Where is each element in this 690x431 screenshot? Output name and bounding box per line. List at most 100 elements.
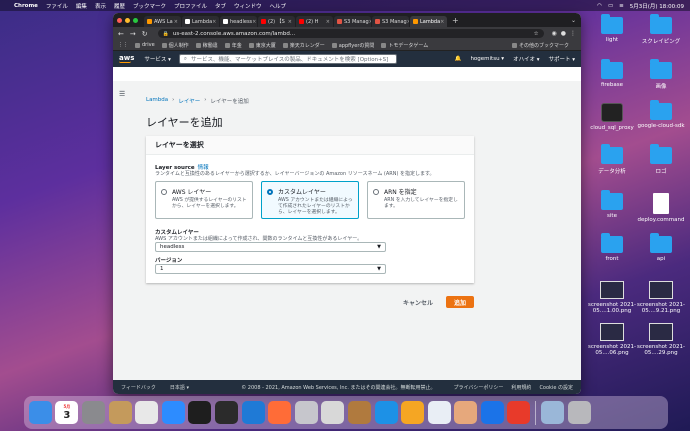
menu-file[interactable]: ファイル bbox=[46, 2, 68, 10]
desktop-icon[interactable]: deploy.command bbox=[631, 193, 690, 223]
specify-arn-option[interactable]: ARN を指定 ARN を入力してレイヤーを指定します。 bbox=[367, 181, 465, 219]
preview-icon[interactable] bbox=[541, 401, 565, 424]
bell-icon[interactable]: 🔔 bbox=[455, 56, 462, 62]
custom-layers-option[interactable]: カスタムレイヤー AWS アカウントまたは組織によって作成されたレイヤーのリスト… bbox=[261, 181, 359, 219]
bookmark-item[interactable]: 年金 bbox=[224, 42, 242, 49]
zoom-icon[interactable] bbox=[161, 401, 185, 424]
aws-search-input[interactable]: ⌕ サービス、機能、マーケットプレイスの製品、ドキュメントを検索 [Option… bbox=[178, 54, 397, 64]
cluster-icon[interactable] bbox=[401, 401, 425, 424]
terminal-2-icon[interactable] bbox=[214, 401, 238, 424]
quicktime-icon[interactable] bbox=[294, 401, 318, 424]
footer-cookie[interactable]: Cookie の設定 bbox=[539, 384, 573, 391]
desktop-icon[interactable]: ロゴ bbox=[631, 144, 690, 175]
menu-history[interactable]: 履歴 bbox=[114, 2, 125, 10]
menu-window[interactable]: ウィンドウ bbox=[234, 2, 262, 10]
apps-icon[interactable]: ⋮⋮ bbox=[118, 42, 128, 48]
menu-bookmarks[interactable]: ブックマーク bbox=[133, 2, 166, 10]
tab-close-icon[interactable]: × bbox=[326, 19, 330, 25]
bookmark-item[interactable]: トモデータゲーム bbox=[381, 42, 428, 49]
tab-close-icon[interactable]: × bbox=[288, 19, 292, 25]
extension-icon[interactable]: ◉ bbox=[552, 30, 557, 37]
bookmark-item[interactable]: 個人制作 bbox=[161, 42, 189, 49]
terminal-icon[interactable] bbox=[188, 401, 212, 424]
contacts-icon[interactable] bbox=[108, 401, 132, 424]
radio-button-icon[interactable] bbox=[161, 188, 167, 195]
close-window-icon[interactable] bbox=[117, 17, 122, 23]
new-tab-icon[interactable]: + bbox=[452, 16, 459, 25]
menu-edit[interactable]: 編集 bbox=[76, 2, 87, 10]
system-preferences-icon[interactable] bbox=[81, 401, 105, 424]
desktop-icon[interactable]: 画像 bbox=[631, 59, 690, 90]
menu-tab[interactable]: タブ bbox=[215, 2, 226, 10]
trash-icon[interactable] bbox=[567, 401, 591, 424]
tab-close-icon[interactable]: × bbox=[369, 19, 371, 25]
forward-icon[interactable]: → bbox=[130, 30, 136, 38]
user-menu[interactable]: hogemitsu ▾ bbox=[470, 56, 504, 62]
tab-close-icon[interactable]: × bbox=[252, 19, 256, 25]
lock-icon[interactable]: 🔒 bbox=[163, 31, 169, 37]
tab-close-icon[interactable]: × bbox=[174, 19, 178, 25]
bookmark-item[interactable]: drive bbox=[135, 42, 155, 48]
desktop-icon[interactable]: screenshot 2021-05....29.png bbox=[631, 323, 690, 356]
bookmark-item[interactable]: appflyerの質問 bbox=[331, 42, 374, 49]
calendar-icon[interactable]: 5月 3 bbox=[55, 401, 79, 424]
other-bookmarks[interactable]: その他のブックマーク bbox=[511, 42, 569, 49]
cancel-button[interactable]: キャンセル bbox=[403, 298, 433, 307]
browser-tab[interactable]: AWS La × bbox=[144, 16, 181, 27]
browser-tab[interactable]: headless × bbox=[220, 16, 257, 27]
services-menu[interactable]: サービス ▾ bbox=[144, 55, 171, 63]
menu-app-name[interactable]: Chrome bbox=[14, 3, 38, 9]
zoom-window-icon[interactable] bbox=[133, 17, 138, 23]
bookmark-item[interactable]: 東京大厦 bbox=[248, 42, 276, 49]
footer-terms[interactable]: 利用規約 bbox=[511, 384, 531, 391]
bookmark-item[interactable]: 稼働違 bbox=[195, 42, 218, 49]
footer-feedback[interactable]: フィードバック bbox=[121, 384, 156, 391]
browser-tab[interactable]: Lambda × bbox=[182, 16, 219, 27]
browser-tab[interactable]: Lambda × bbox=[410, 16, 447, 27]
clock-icon[interactable] bbox=[507, 401, 531, 424]
infinity-icon[interactable] bbox=[480, 401, 504, 424]
browser-tab[interactable]: (2) H × bbox=[296, 16, 333, 27]
aws-layers-option[interactable]: AWS レイヤー AWS が提供するレイヤーのリストから、レイヤーを選択します。 bbox=[155, 181, 253, 219]
tab-search-icon[interactable]: ⌄ bbox=[571, 17, 576, 24]
desktop-icon[interactable]: スクレイピング bbox=[631, 14, 690, 45]
menubar-clock[interactable]: 5月3日(月) 18:00:09 bbox=[630, 2, 684, 10]
reload-icon[interactable]: ↻ bbox=[142, 30, 148, 38]
bookmark-item[interactable]: 楽天カレンダー bbox=[282, 42, 325, 49]
radio-button-icon[interactable] bbox=[373, 188, 379, 195]
wifi-icon[interactable]: ◠ bbox=[597, 3, 602, 9]
tab-close-icon[interactable]: × bbox=[440, 19, 444, 25]
hamburger-menu-icon[interactable]: ☰ bbox=[119, 90, 125, 98]
tab-close-icon[interactable]: × bbox=[212, 19, 216, 25]
region-menu[interactable]: オハイオ ▾ bbox=[513, 55, 539, 63]
sequel-icon[interactable] bbox=[321, 401, 345, 424]
menu-view[interactable]: 表示 bbox=[95, 2, 106, 10]
back-icon[interactable]: ← bbox=[118, 30, 124, 38]
menu-profile[interactable]: プロファイル bbox=[174, 2, 207, 10]
custom-layer-select[interactable]: headless ▼ bbox=[155, 242, 386, 252]
address-bar[interactable]: 🔒 us-east-2.console.aws.amazon.com/lambd… bbox=[157, 29, 544, 38]
aws-logo[interactable]: aws bbox=[119, 55, 134, 63]
minimize-window-icon[interactable] bbox=[125, 17, 130, 23]
browser-tab[interactable]: S3 Manag × bbox=[372, 16, 409, 27]
safari-icon[interactable] bbox=[427, 401, 451, 424]
keg-icon[interactable] bbox=[347, 401, 371, 424]
breadcrumb-lambda[interactable]: Lambda bbox=[146, 97, 168, 105]
desktop-icon[interactable]: api bbox=[631, 233, 690, 262]
browser-tab[interactable]: (2) 【S × bbox=[258, 16, 295, 27]
support-menu[interactable]: サポート ▾ bbox=[548, 55, 575, 63]
tab-close-icon[interactable]: × bbox=[407, 19, 409, 25]
finder-icon[interactable] bbox=[28, 401, 52, 424]
postman-icon[interactable] bbox=[268, 401, 292, 424]
docker-icon[interactable] bbox=[374, 401, 398, 424]
breadcrumb-layers[interactable]: レイヤー bbox=[178, 97, 200, 105]
control-center-icon[interactable]: ≡ bbox=[619, 3, 624, 9]
desktop-icon[interactable]: screenshot 2021-05....9.21.png bbox=[631, 281, 690, 314]
footer-language[interactable]: 日本語 ▾ bbox=[170, 384, 189, 391]
desktop-icon[interactable]: google-cloud-sdk bbox=[631, 100, 690, 129]
footer-privacy[interactable]: プライバシーポリシー bbox=[454, 384, 504, 391]
version-select[interactable]: 1 ▼ bbox=[155, 264, 386, 274]
vscode-icon[interactable] bbox=[241, 401, 265, 424]
chrome-icon[interactable] bbox=[135, 401, 159, 424]
battery-icon[interactable]: ▭ bbox=[608, 3, 613, 9]
